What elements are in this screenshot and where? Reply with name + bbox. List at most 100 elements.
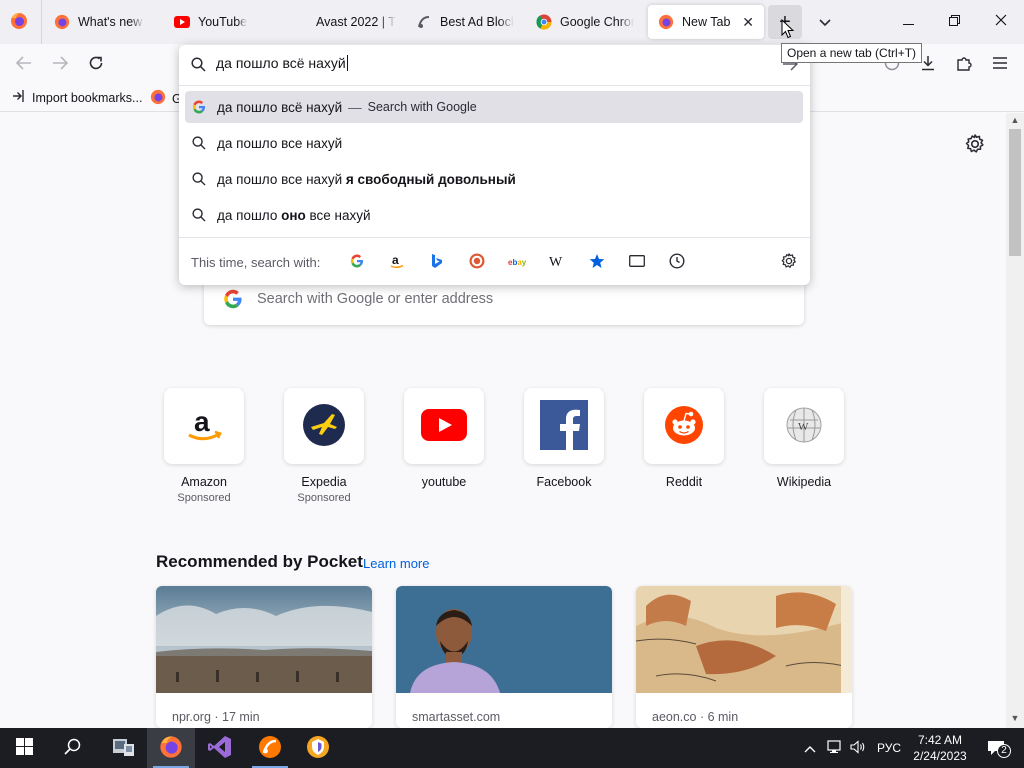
speaker-icon	[850, 739, 866, 757]
arrow-left-icon	[15, 55, 32, 73]
page-scrollbar[interactable]: ▲ ▼	[1006, 113, 1024, 728]
arrow-right-icon	[52, 55, 69, 73]
shortcut-amazon[interactable]: a Amazon Sponsored	[164, 388, 244, 504]
hamburger-menu-icon	[993, 56, 1007, 72]
shortcut-wikipedia[interactable]: W Wikipedia	[764, 388, 844, 489]
wikipedia-icon: W	[548, 254, 566, 271]
google-engine-button[interactable]	[346, 251, 368, 273]
pocket-card[interactable]: smartasset.com	[396, 586, 612, 728]
suggestion-highlight: оно	[281, 207, 306, 223]
taskbar-brave[interactable]	[294, 728, 342, 768]
pocket-learn-more-link[interactable]: Learn more	[363, 556, 429, 571]
app-menu-button[interactable]	[986, 50, 1014, 78]
address-input[interactable]: да пошло всё нахуй	[216, 55, 348, 71]
tab-avast[interactable]: Avast 2022 | Tr	[306, 5, 406, 39]
back-button[interactable]	[10, 50, 38, 78]
tabs-search-button[interactable]	[626, 251, 648, 273]
amazon-icon: a	[184, 405, 224, 448]
personalize-button[interactable]	[965, 134, 985, 157]
restore-button[interactable]	[931, 0, 977, 44]
scrollbar-thumb[interactable]	[1009, 129, 1021, 256]
input-language-indicator[interactable]: РУС	[872, 728, 906, 768]
google-icon	[223, 289, 243, 312]
shortcut-name: Wikipedia	[776, 475, 832, 489]
shortcut-reddit[interactable]: Reddit	[644, 388, 724, 489]
suggestion-row[interactable]: да пошло все нахуй я свободный довольный	[185, 163, 803, 195]
tab-best-ad-blocker[interactable]: Best Ad Blocke	[406, 5, 524, 39]
firefox-icon	[658, 14, 674, 30]
pocket-card[interactable]: aeon.co · 6 min	[636, 586, 852, 728]
bing-engine-button[interactable]	[426, 251, 448, 273]
notification-center-button[interactable]: 2	[978, 728, 1018, 768]
bookmark-item[interactable]: G	[150, 89, 182, 108]
suggestion-text-end: все нахуй	[305, 207, 371, 223]
tab-google-chrome[interactable]: Google Chrom	[526, 5, 644, 39]
ebay-icon: ebay	[508, 255, 527, 270]
tab-label: YouTube	[198, 15, 248, 29]
shortcut-youtube[interactable]: youtube	[404, 388, 484, 489]
suggestion-row[interactable]: да пошло все нахуй	[185, 127, 803, 159]
volume-button[interactable]	[847, 728, 869, 768]
scroll-down-icon[interactable]: ▼	[1006, 713, 1024, 727]
network-icon	[827, 739, 843, 757]
svg-text:W: W	[798, 421, 809, 433]
tab-new-tab[interactable]: New Tab ✕	[648, 5, 764, 39]
firefox-view-button[interactable]	[8, 11, 30, 33]
google-icon	[191, 99, 207, 115]
tab-icon	[629, 254, 645, 270]
import-icon	[12, 89, 26, 106]
suggestion-row-google[interactable]: да пошло всё нахуй — Search with Google	[185, 91, 803, 123]
duckduckgo-icon	[469, 253, 485, 272]
suggestion-action: Search with Google	[367, 100, 477, 114]
download-icon	[920, 55, 936, 74]
address-bar[interactable]: да пошло всё нахуй	[179, 45, 810, 86]
suggestion-row[interactable]: да пошло оно все нахуй	[185, 199, 803, 231]
extensions-button[interactable]	[950, 50, 978, 78]
import-bookmarks-item[interactable]: Import bookmarks...	[12, 89, 142, 106]
wikipedia-engine-button[interactable]: W	[546, 251, 568, 273]
taskbar-clock[interactable]: 7:42 AM 2/24/2023	[908, 732, 972, 764]
amazon-engine-button[interactable]: a	[386, 251, 408, 273]
taskbar-firefox[interactable]	[147, 728, 195, 768]
svg-text:W: W	[549, 255, 563, 268]
taskbar-app-installer[interactable]	[99, 728, 147, 768]
search-icon	[191, 171, 207, 187]
shortcut-facebook[interactable]: Facebook	[524, 388, 604, 489]
tab-whats-new[interactable]: What's new w	[44, 5, 154, 39]
close-window-button[interactable]	[978, 0, 1024, 44]
list-all-tabs-button[interactable]	[812, 10, 838, 34]
one-off-search-bar: This time, search with: a ebay W	[179, 237, 810, 285]
close-tab-icon[interactable]: ✕	[742, 14, 754, 31]
card-image	[396, 586, 612, 693]
chrome-icon	[536, 14, 552, 30]
minimize-button[interactable]	[885, 0, 931, 44]
facebook-icon	[540, 399, 588, 453]
taskbar-avast[interactable]	[246, 728, 294, 768]
windows-taskbar: РУС 7:42 AM 2/24/2023 2	[0, 728, 1024, 768]
pocket-card[interactable]: npr.org · 17 min	[156, 586, 372, 728]
network-button[interactable]	[824, 728, 846, 768]
shortcut-expedia[interactable]: Expedia Sponsored	[284, 388, 364, 504]
reload-button[interactable]	[82, 50, 110, 78]
puzzle-icon	[956, 55, 972, 74]
avast-icon	[258, 735, 282, 762]
clock-date: 2/24/2023	[913, 749, 967, 763]
taskbar-visual-studio[interactable]	[196, 728, 244, 768]
show-hidden-icons-button[interactable]	[800, 728, 820, 768]
reddit-icon	[665, 405, 703, 447]
duckduckgo-engine-button[interactable]	[466, 251, 488, 273]
ebay-engine-button[interactable]: ebay	[506, 251, 528, 273]
address-bar-dropdown: да пошло всё нахуй да пошло всё нахуй — …	[179, 45, 810, 285]
history-search-button[interactable]	[666, 251, 688, 273]
taskbar-search-button[interactable]	[48, 728, 96, 768]
tab-youtube[interactable]: YouTube	[164, 5, 282, 39]
minimize-icon	[902, 13, 914, 31]
bookmarks-search-button[interactable]	[586, 251, 608, 273]
amazon-icon: a	[389, 253, 405, 272]
star-icon	[589, 253, 605, 272]
shortcut-name: Expedia	[301, 475, 347, 489]
scroll-up-icon[interactable]: ▲	[1006, 115, 1024, 129]
start-button[interactable]	[0, 728, 48, 768]
search-settings-button[interactable]	[778, 251, 800, 273]
forward-button[interactable]	[46, 50, 74, 78]
